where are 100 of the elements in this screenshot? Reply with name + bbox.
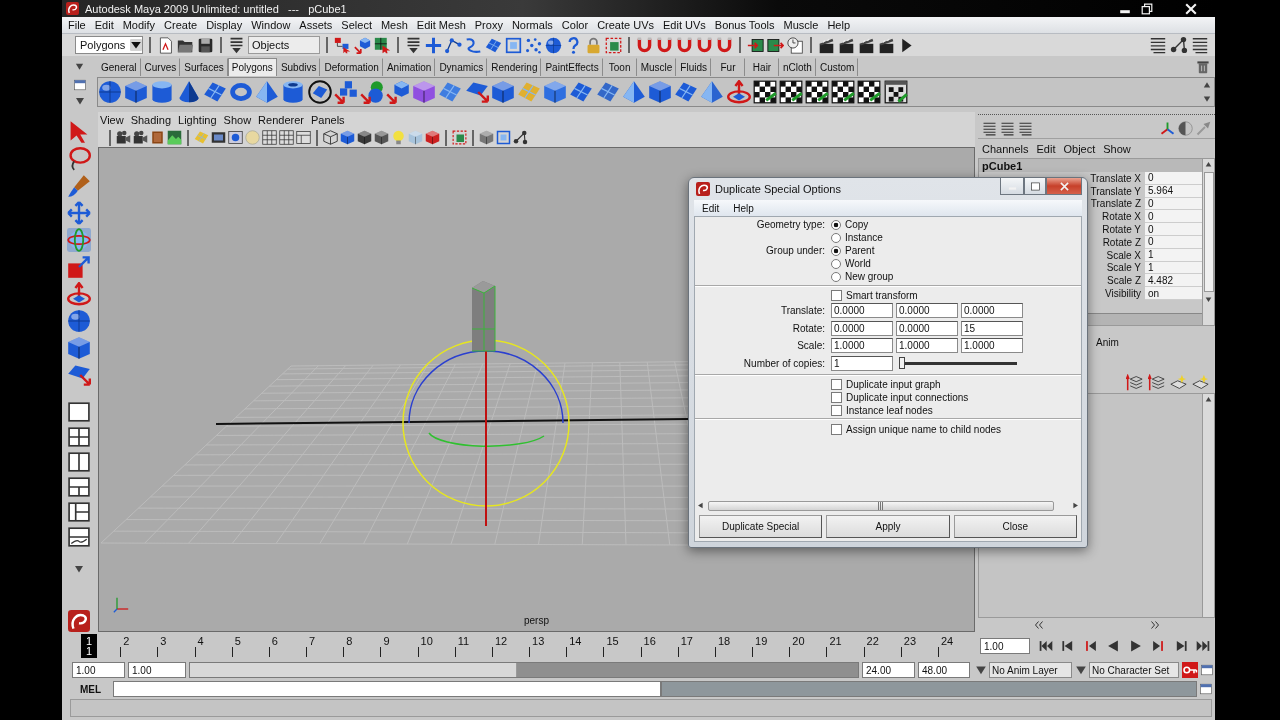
menu-item[interactable]: Panels [310,114,345,126]
shelf-tab[interactable]: Dynamics [435,58,488,76]
step-forward-icon[interactable] [1151,639,1165,653]
go-to-start-icon[interactable] [1038,639,1053,653]
go-to-end-icon[interactable] [1196,639,1210,653]
menu-item[interactable]: Edit [1036,142,1056,155]
checker-window-icon[interactable] [883,80,908,104]
sphere-frame-icon[interactable] [228,130,243,145]
landscape-icon[interactable] [167,130,182,145]
menu-item[interactable]: Lighting [178,114,217,126]
checkbox[interactable] [831,405,842,416]
checkbox[interactable] [831,379,842,390]
pipe-icon[interactable] [281,80,306,104]
sphere-icon[interactable] [98,80,122,104]
checkbox[interactable] [831,392,842,403]
layers-star-icon[interactable] [1192,373,1209,391]
cube-wire-icon[interactable] [323,130,338,145]
radio-label[interactable]: Instance [845,232,883,243]
clapper-icon[interactable] [878,36,895,54]
dialog-button[interactable]: Close [953,515,1077,538]
book-icon[interactable] [150,130,165,145]
menu-item[interactable]: Show [1103,142,1131,155]
range-slider-bar[interactable] [190,663,518,677]
triangle-down-icon[interactable] [975,664,987,676]
logo-icon[interactable] [68,610,90,632]
dialog-button[interactable]: Duplicate Special [699,515,823,538]
plane-icon[interactable] [485,36,502,54]
triangle-down-icon[interactable] [74,564,84,574]
number-field[interactable]: 0.0000 [961,303,1023,319]
shelf-tab[interactable]: Muscle [636,58,677,76]
command-input[interactable] [113,681,661,697]
lines-icon[interactable] [1149,36,1167,54]
menu-item[interactable]: Mesh [380,19,408,31]
menu-item[interactable]: Help [827,19,850,31]
grid-arrow-icon[interactable] [374,36,391,54]
sphere-icon[interactable] [545,36,562,54]
checkbox-label[interactable]: Instance leaf nodes [846,405,933,416]
four-panes-icon[interactable] [68,426,90,448]
clapper-icon[interactable] [858,36,875,54]
graph-panes-icon[interactable] [68,526,90,548]
checkbox-label[interactable]: Smart transform [846,290,918,301]
number-field[interactable]: 0.0000 [896,303,958,319]
panel-icon[interactable] [296,130,311,145]
two-panes-icon[interactable] [68,451,90,473]
range-slider-track[interactable] [189,662,859,678]
slider-thumb[interactable] [899,357,905,370]
range-end-field[interactable]: 24.00 [862,662,915,678]
selection-mask-field[interactable]: Objects [248,36,320,54]
menu-item[interactable]: Assets [299,19,333,31]
menu-item[interactable]: Modify [122,19,156,31]
clapper-icon[interactable] [838,36,855,54]
magnet-icon[interactable] [716,36,733,54]
scrollbar-thumb[interactable] [1203,172,1214,292]
time-slider[interactable]: 1 1 2 3 4 5 6 7 8 9 10 11 12 13 14 15 16 17 18 19 20 21 22 23 24 [62,632,975,660]
window-small-icon[interactable] [1200,683,1212,695]
radio-button[interactable] [831,271,841,282]
torus-icon[interactable] [228,80,253,104]
number-field[interactable]: 1.0000 [831,338,893,354]
menu-item[interactable]: Muscle [783,19,819,31]
film-strip-icon[interactable] [211,130,226,145]
cube-icon[interactable] [67,336,91,360]
number-field[interactable]: 1.0000 [896,338,958,354]
close-icon[interactable] [1185,2,1197,15]
key-icon[interactable] [1182,662,1198,678]
triangle-right-icon[interactable] [1072,502,1079,509]
number-field[interactable]: 0.0000 [831,320,893,336]
stack-arrow-icon[interactable] [228,36,245,54]
layers-arrow-icon[interactable] [1126,373,1143,391]
number-field[interactable]: 0.0000 [896,320,958,336]
shelf-tab[interactable]: Custom [815,58,859,76]
radio-button[interactable] [831,245,841,256]
hierarchy-icon[interactable] [334,36,351,54]
brush-icon[interactable] [67,174,91,198]
radio-label[interactable]: World [845,258,871,269]
camera-icon[interactable] [116,130,131,145]
checker-icon[interactable] [805,80,830,104]
scale-icon[interactable] [67,255,91,279]
plus-icon[interactable] [425,36,442,54]
sphere-icon[interactable] [67,309,91,333]
step-back-key-icon[interactable] [1061,639,1075,653]
end-time-field[interactable]: 48.00 [918,662,970,678]
shelf-tab[interactable]: Hair [745,58,779,76]
channel-value[interactable]: 0 [1145,223,1202,236]
cube-icon[interactable] [647,80,672,104]
shelf-tab[interactable]: Curves [140,58,181,76]
triangle-left-icon[interactable] [697,502,704,509]
menu-item[interactable]: Edit [702,202,720,214]
radio-label[interactable]: New group [845,271,894,282]
radio-button[interactable] [831,219,841,230]
dots-icon[interactable] [525,36,542,54]
magnet-icon[interactable] [656,36,673,54]
cube-arrow-icon[interactable] [386,80,411,104]
shelf-tab[interactable]: nCloth [779,58,816,76]
cube-icon[interactable] [479,130,494,145]
command-language-label[interactable]: MEL [80,683,113,695]
plane-icon[interactable] [674,80,699,104]
menu-item[interactable]: Edit UVs [663,19,706,31]
pyramid-icon[interactable] [255,80,280,104]
number-field[interactable]: 1.0000 [961,338,1023,354]
menu-item[interactable]: File [68,19,86,31]
